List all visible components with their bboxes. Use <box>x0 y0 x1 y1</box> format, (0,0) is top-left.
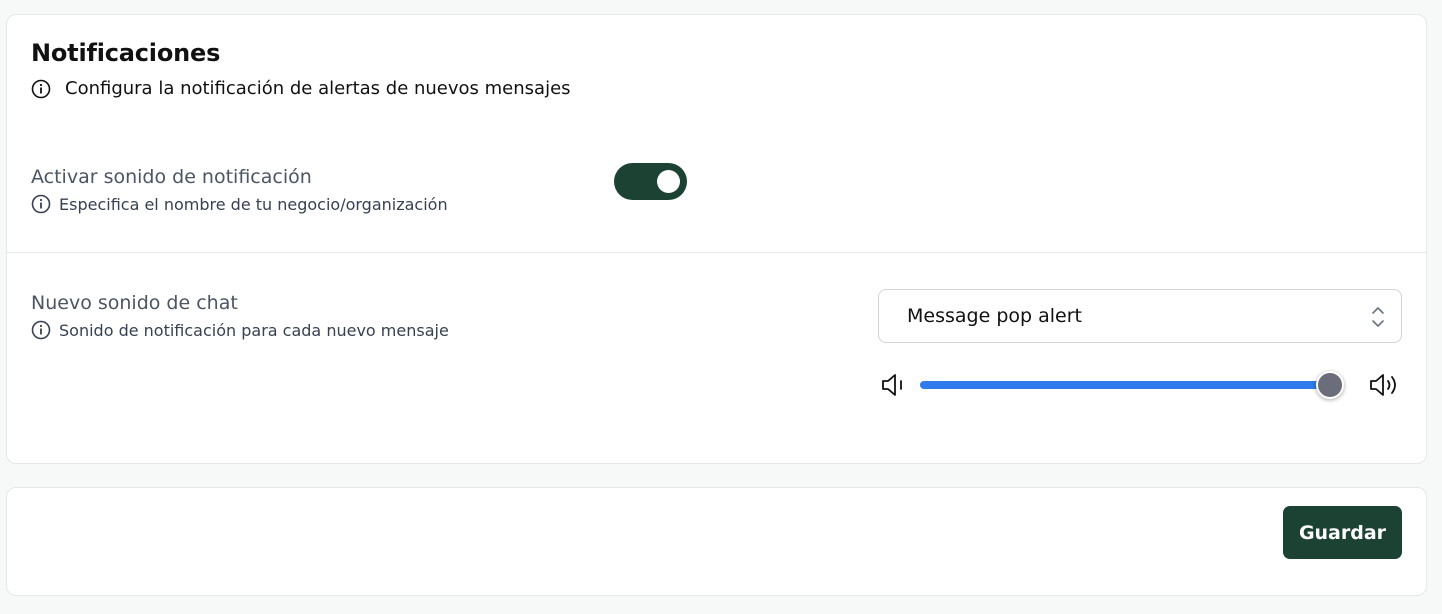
save-button[interactable]: Guardar <box>1283 506 1402 559</box>
volume-slider-fill <box>920 381 1330 389</box>
notification-sound-toggle[interactable] <box>614 163 687 200</box>
chat-sound-help: Sonido de notificación para cada nuevo m… <box>31 320 449 340</box>
info-icon <box>31 79 51 99</box>
info-icon <box>31 194 51 214</box>
page-subtitle: Configura la notificación de alertas de … <box>31 78 571 99</box>
divider <box>7 252 1426 253</box>
info-icon <box>31 320 51 340</box>
footer-card: Guardar <box>6 487 1427 596</box>
notifications-card: Notificaciones Configura la notificación… <box>6 14 1427 464</box>
chevron-updown-icon <box>1371 304 1385 330</box>
chat-sound-select[interactable]: Message pop alert <box>878 289 1402 343</box>
volume-high-icon[interactable] <box>1368 371 1404 399</box>
volume-slider-thumb[interactable] <box>1316 371 1344 399</box>
toggle-knob <box>657 170 680 193</box>
chat-sound-selected-value: Message pop alert <box>907 305 1082 327</box>
page-title: Notificaciones <box>31 39 221 67</box>
volume-slider[interactable] <box>920 371 1344 399</box>
volume-low-icon[interactable] <box>880 371 908 399</box>
chat-sound-label: Nuevo sonido de chat <box>31 292 238 314</box>
sound-toggle-help: Especifica el nombre de tu negocio/organ… <box>31 194 448 214</box>
subtitle-text: Configura la notificación de alertas de … <box>65 78 571 99</box>
sound-toggle-label: Activar sonido de notificación <box>31 166 312 188</box>
chat-sound-help-text: Sonido de notificación para cada nuevo m… <box>59 320 449 340</box>
sound-toggle-help-text: Especifica el nombre de tu negocio/organ… <box>59 194 448 214</box>
